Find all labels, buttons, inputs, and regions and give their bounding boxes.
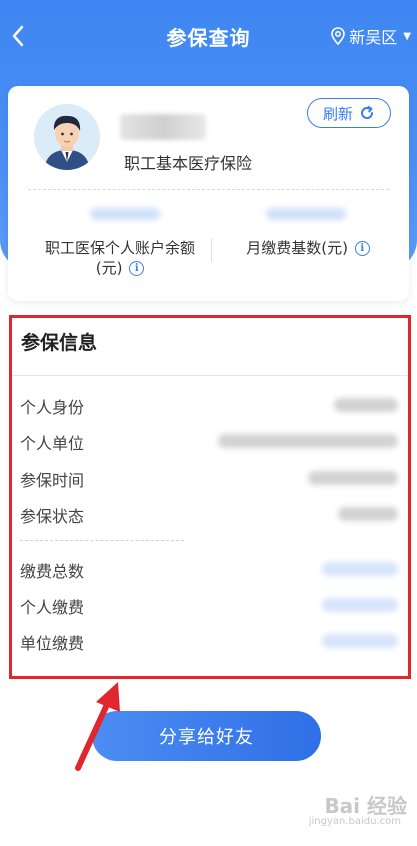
refresh-icon: [361, 106, 374, 120]
info-row-label: 缴费总数: [20, 562, 85, 581]
masked-value: [334, 398, 398, 412]
info-icon[interactable]: i: [129, 261, 145, 276]
dashed-divider: [28, 189, 389, 190]
share-label: 分享给好友: [159, 727, 254, 748]
region-label: 新吴区: [349, 28, 398, 47]
masked-value: [322, 598, 398, 612]
info-row-label: 个人缴费: [20, 598, 85, 617]
base-stat: 月缴费基数(元) i: [228, 238, 388, 258]
info-row-label: 参保时间: [20, 471, 85, 490]
masked-name: [120, 114, 206, 140]
balance-stat: 职工医保个人账户余额(元) i: [34, 238, 206, 278]
annotation-arrow-icon: [75, 682, 120, 771]
info-row-label: 参保状态: [20, 507, 85, 526]
masked-value: [218, 434, 398, 448]
masked-value: [322, 634, 398, 648]
masked-value: [308, 471, 398, 485]
avatar-illustration: [34, 104, 100, 170]
stat-separator: [211, 238, 212, 262]
section-divider: [12, 375, 408, 376]
info-row-label: 个人单位: [20, 434, 85, 453]
insurance-summary-card: 职工基本医疗保险 刷新 职工医保个人账户余额(元) i 月缴费基数(元) i: [8, 86, 409, 301]
masked-base-value: [266, 208, 346, 220]
dashed-divider: [20, 540, 184, 541]
insurance-type: 职工基本医疗保险: [124, 154, 253, 173]
info-row-label: 个人身份: [20, 398, 85, 417]
base-label: 月缴费基数(元): [246, 239, 348, 257]
masked-value: [338, 507, 398, 521]
info-icon[interactable]: i: [354, 241, 370, 256]
navigation-bar: 参保查询 新吴区 ▼: [0, 0, 417, 76]
watermark-logo: Bai 经验: [324, 794, 407, 818]
watermark-url: jingyan.baidu.com: [308, 816, 401, 827]
watermark: Bai 经验 jingyan.baidu.com: [287, 790, 407, 830]
avatar: [34, 104, 100, 170]
balance-label: 职工医保个人账户余额(元): [44, 239, 195, 277]
masked-balance-value: [90, 208, 160, 220]
location-pin-icon: [331, 27, 346, 45]
refresh-label: 刷新: [322, 104, 353, 123]
section-title: 参保信息: [21, 332, 98, 354]
insurance-info-panel: 参保信息 个人身份 个人单位 参保时间 参保状态 缴费总数 个人缴费 单位缴费: [9, 315, 411, 679]
info-row-label: 单位缴费: [20, 634, 85, 653]
caret-down-icon: ▼: [403, 30, 411, 42]
masked-value: [322, 562, 398, 576]
refresh-button[interactable]: 刷新: [307, 98, 391, 128]
region-selector[interactable]: 新吴区 ▼: [331, 24, 411, 48]
